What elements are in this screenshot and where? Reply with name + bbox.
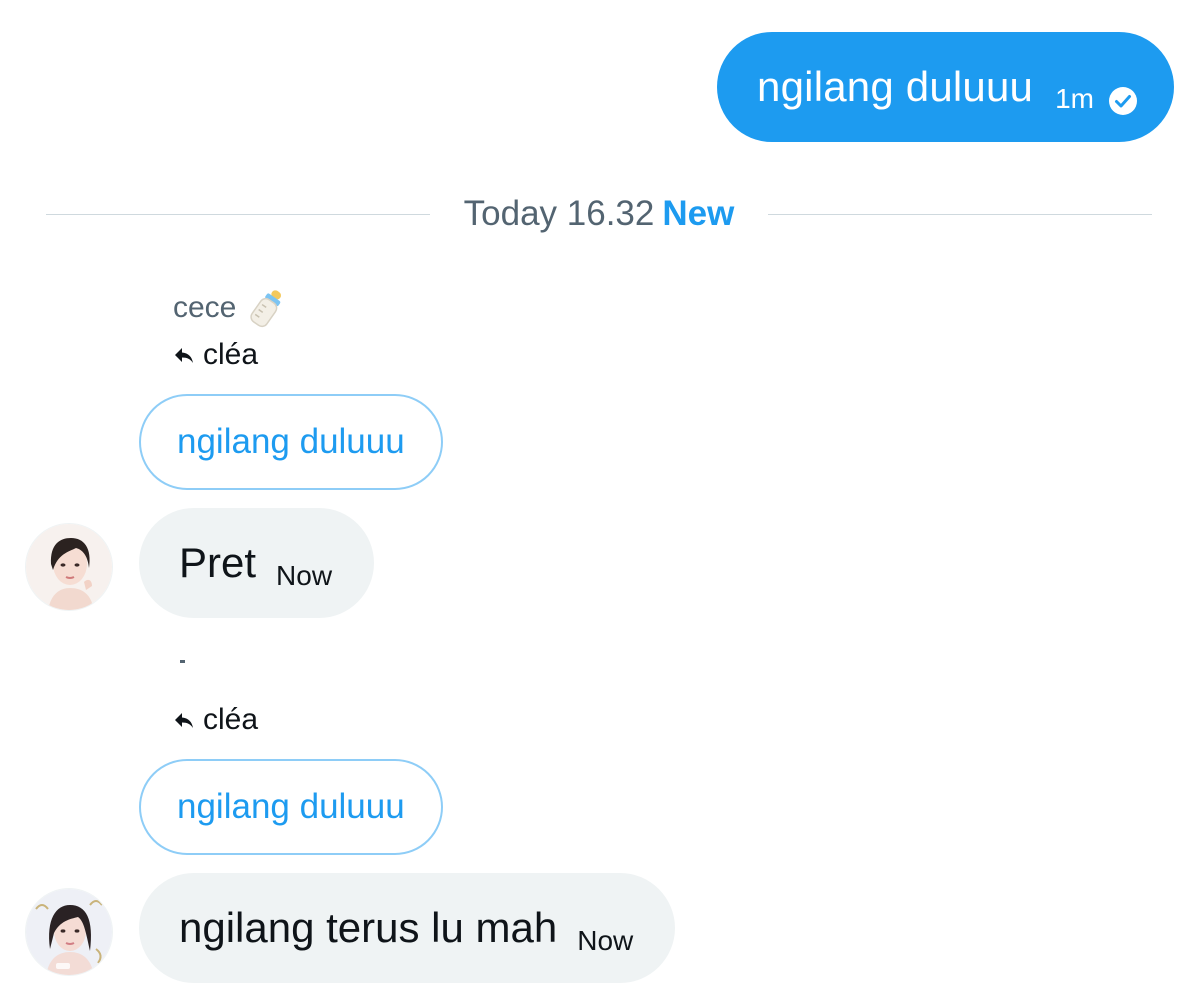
outgoing-message-time: 1m <box>1055 83 1094 114</box>
quoted-message[interactable]: ngilang duluuu <box>139 394 443 490</box>
check-circle-icon <box>1108 86 1138 116</box>
incoming-message-text: ngilang terus lu mah <box>179 904 558 951</box>
divider-line-left <box>46 213 430 215</box>
avatar[interactable] <box>25 523 113 611</box>
reply-to-name: cléa <box>203 703 259 736</box>
sender-name-text: cece <box>173 291 237 324</box>
incoming-message-time: Now <box>276 560 333 591</box>
divider-date: Today 16.32 <box>463 194 655 233</box>
incoming-message-bubble[interactable]: Pret Now <box>139 508 375 618</box>
incoming-message-time: Now <box>577 925 634 956</box>
avatar[interactable] <box>25 888 113 976</box>
reply-context[interactable]: cléa <box>173 338 258 372</box>
baby-bottle-icon <box>246 286 288 330</box>
outgoing-message-text: ngilang duluuu <box>757 63 1034 110</box>
quoted-message[interactable]: ngilang duluuu <box>139 759 443 855</box>
date-divider: Today 16.32 New <box>46 190 1152 238</box>
new-badge: New <box>662 194 735 233</box>
reply-context[interactable]: cléa <box>173 703 258 737</box>
incoming-message-text: Pret <box>179 539 257 586</box>
quoted-message-text: ngilang duluuu <box>177 787 405 826</box>
reply-arrow-icon <box>173 709 195 731</box>
quoted-message-text: ngilang duluuu <box>177 422 405 461</box>
incoming-message-bubble[interactable]: ngilang terus lu mah Now <box>139 873 676 983</box>
reply-to-name: cléa <box>203 338 259 371</box>
sender-name: cece <box>173 286 288 330</box>
outgoing-message-bubble[interactable]: ngilang duluuu 1m <box>717 32 1174 142</box>
sender-name-placeholder <box>180 660 185 663</box>
reply-arrow-icon <box>173 344 195 366</box>
divider-label: Today 16.32 New <box>430 194 769 234</box>
divider-line-right <box>768 213 1152 215</box>
